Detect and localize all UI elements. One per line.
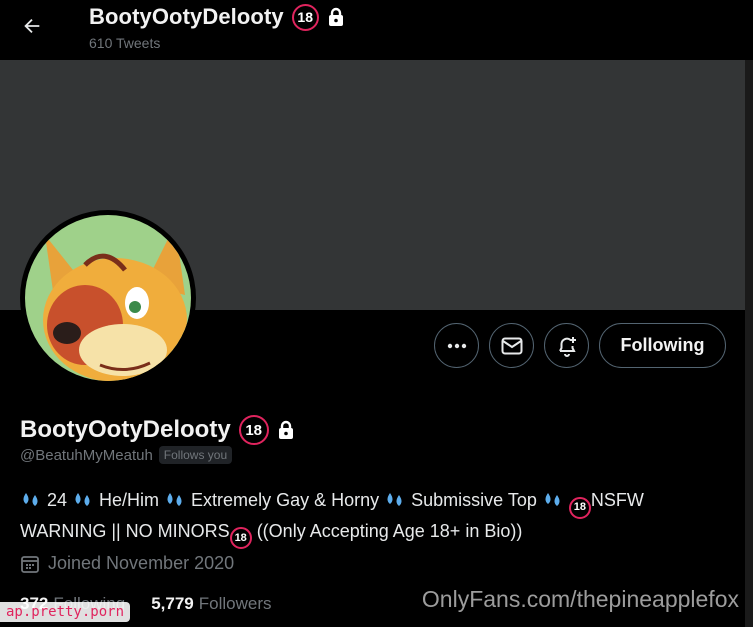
following-button[interactable]: Following (599, 323, 726, 368)
sweat-droplets-icon (75, 493, 90, 506)
bio-pronouns: He/Him (94, 490, 165, 510)
sweat-droplets-icon (167, 493, 182, 506)
age-18-badge: 18 (238, 415, 269, 445)
arrow-left-icon (24, 18, 40, 34)
fox-avatar-image (25, 215, 191, 381)
notifications-button[interactable] (544, 323, 589, 368)
followers-stat-link[interactable]: 5,779 Followers (151, 594, 271, 614)
followers-label: Followers (198, 594, 272, 613)
lock-icon (278, 420, 293, 439)
age-18-badge: 18 (229, 527, 252, 549)
profile-header-bar: BootyOotyDelooty 18 610 Tweets (0, 0, 753, 60)
sweat-droplets-icon (387, 493, 402, 506)
more-dots-icon (447, 343, 466, 348)
profile-avatar[interactable] (20, 210, 196, 386)
lock-icon (328, 7, 343, 26)
message-button[interactable] (489, 323, 534, 368)
age-18-badge: 18 (568, 496, 591, 519)
header-title-block: BootyOotyDelooty 18 610 Tweets (89, 3, 345, 51)
bell-plus-icon (558, 336, 576, 357)
follows-you-badge: Follows you (158, 446, 233, 464)
calendar-icon (21, 555, 39, 573)
profile-name: BootyOotyDelooty (20, 416, 231, 443)
header-title: BootyOotyDelooty (89, 4, 284, 29)
age-18-badge: 18 (291, 3, 319, 31)
bio-text-2: Submissive Top (406, 490, 542, 510)
more-options-button[interactable] (434, 323, 479, 368)
envelope-icon (501, 337, 522, 354)
watermark-right: OnlyFans.com/thepineapplefox (421, 586, 739, 612)
joined-date-line: Joined November 2020 (20, 553, 234, 574)
profile-handle-line: @BeatuhMyMeatuh Follows you (20, 446, 233, 464)
followers-count: 5,779 (151, 594, 194, 613)
back-button[interactable] (14, 8, 50, 44)
bio-age: 24 (42, 490, 73, 510)
scrollbar[interactable] (745, 60, 753, 627)
profile-bio: 24 He/Him Extremely Gay & Horny Submissi… (20, 488, 720, 549)
bio-text-1: Extremely Gay & Horny (186, 490, 385, 510)
bio-text-3: ((Only Accepting Age 18+ in Bio)) (251, 520, 523, 541)
sweat-droplets-icon (545, 493, 560, 506)
profile-handle: @BeatuhMyMeatuh (20, 446, 153, 464)
sweat-droplets-icon (23, 493, 38, 506)
tweet-count: 610 Tweets (89, 35, 161, 51)
profile-name-line: BootyOotyDelooty 18 (20, 415, 295, 445)
joined-date: Joined November 2020 (48, 553, 235, 573)
watermark-left: ap.pretty.porn (0, 602, 131, 622)
